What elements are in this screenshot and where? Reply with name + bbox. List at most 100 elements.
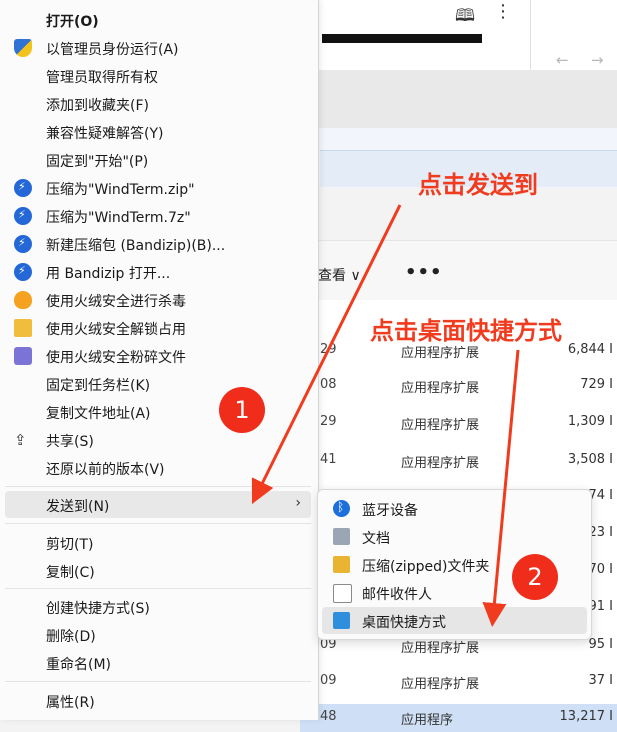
huorong-icon [14,291,32,309]
row-size: 6,844 I [567,342,613,357]
menu-item-label: 兼容性疑难解答(Y) [46,126,164,142]
menu-item-label: 还原以前的版本(V) [46,462,165,478]
menu-item-compress-zip[interactable]: 压缩为"WindTerm.zip" [5,174,311,201]
menu-item-pin-taskbar[interactable]: 固定到任务栏(K) [5,370,311,397]
submenu-item-label: 邮件收件人 [362,587,432,603]
menu-item-open-bandizip[interactable]: 用 Bandizip 打开... [5,258,311,285]
menu-item-label: 重命名(M) [46,657,112,673]
menu-item-label: 创建快捷方式(S) [46,601,150,617]
bandizip-icon [14,235,32,253]
back-arrow-icon[interactable]: ← [556,51,569,69]
shield-icon [14,39,32,57]
submenu-item-label: 蓝牙设备 [362,503,418,519]
more-options-button[interactable]: ••• [405,262,443,283]
submenu-item-documents[interactable]: 文档 [322,523,587,550]
share-icon: ⇪ [14,431,27,449]
bluetooth-icon [333,500,350,517]
row-size: 74 I [588,488,613,503]
book-icon[interactable]: 🕮 [455,3,475,32]
row-type: 应用程序扩展 [401,381,480,396]
row-type: 应用程序扩展 [401,677,480,692]
menu-separator [5,588,311,589]
menu-item-label: 使用火绒安全解锁占用 [46,322,186,338]
row-date: 41 [320,452,337,467]
forward-arrow-icon[interactable]: → [591,51,604,69]
table-row[interactable]: 09 应用程序扩展 37 I [300,668,617,696]
bandizip-icon [14,263,32,281]
menu-item-compress-7z[interactable]: 压缩为"WindTerm.7z" [5,202,311,229]
menu-item-label: 以管理员身份运行(A) [46,42,179,58]
menu-item-label: 打开(O) [46,14,99,30]
menu-item-restore-versions[interactable]: 还原以前的版本(V) [5,454,311,481]
row-size: 13,217 I [559,709,613,724]
table-row[interactable]: 29 应用程序扩展 1,309 I [300,409,617,437]
menu-item-delete[interactable]: 删除(D) [5,621,311,648]
menu-item-label: 用 Bandizip 打开... [46,266,171,282]
menu-item-label: 使用火绒安全粉碎文件 [46,350,186,366]
zip-folder-icon [333,556,350,573]
mail-icon [333,584,352,603]
menu-item-copy-path[interactable]: 复制文件地址(A) [5,398,311,425]
table-row-selected[interactable]: 48 应用程序 13,217 I [300,704,617,732]
step-badge-1: 1 [219,387,265,433]
menu-item-cut[interactable]: 剪切(T) [5,529,311,556]
table-row[interactable]: 08 应用程序扩展 729 I [300,372,617,400]
redacted-bar [322,34,482,43]
menu-item-send-to[interactable]: 发送到(N) › [5,491,311,518]
submenu-item-desktop-shortcut[interactable]: 桌面快捷方式 [322,607,587,634]
menu-item-create-shortcut[interactable]: 创建快捷方式(S) [5,593,311,620]
explorer-tabbar [300,70,617,128]
menu-item-take-ownership[interactable]: 管理员取得所有权 [5,62,311,89]
menu-separator [5,486,311,487]
row-type: 应用程序扩展 [401,456,480,471]
menu-item-label: 压缩为"WindTerm.zip" [46,182,195,198]
table-row[interactable]: 41 应用程序扩展 3,508 I [300,447,617,475]
menu-item-huorong-shred[interactable]: 使用火绒安全粉碎文件 [5,342,311,369]
menu-item-compat-troubleshoot[interactable]: 兼容性疑难解答(Y) [5,118,311,145]
menu-separator [5,523,311,524]
menu-item-label: 发送到(N) [46,499,110,515]
menu-item-label: 固定到任务栏(K) [46,378,151,394]
more-vertical-icon[interactable]: ⋮ [494,1,512,22]
submenu-item-label: 文档 [362,531,390,547]
menu-item-open[interactable]: 打开(O) [5,6,311,33]
menu-item-huorong-unlock[interactable]: 使用火绒安全解锁占用 [5,314,311,341]
menu-item-label: 剪切(T) [46,537,94,553]
menu-item-pin-start[interactable]: 固定到"开始"(P) [5,146,311,173]
row-date: 09 [320,673,337,688]
menu-item-properties[interactable]: 属性(R) [5,687,311,714]
menu-item-copy[interactable]: 复制(C) [5,557,311,584]
submenu-item-bluetooth[interactable]: 蓝牙设备 [322,495,587,522]
context-menu: 打开(O) 以管理员身份运行(A) 管理员取得所有权 添加到收藏夹(F) 兼容性… [0,0,319,720]
row-date: 48 [320,709,337,724]
menu-item-add-favorites[interactable]: 添加到收藏夹(F) [5,90,311,117]
menu-item-label: 复制(C) [46,565,95,581]
desktop-icon [333,612,350,629]
row-date: 08 [320,377,337,392]
annotation-step2-text: 点击桌面快捷方式 [370,317,562,345]
row-size: 1,309 I [567,414,613,429]
menu-item-rename[interactable]: 重命名(M) [5,649,311,676]
menu-item-label: 属性(R) [46,695,95,711]
bandizip-icon [14,179,32,197]
menu-item-new-archive[interactable]: 新建压缩包 (Bandizip)(B)... [5,230,311,257]
menu-item-label: 复制文件地址(A) [46,406,151,422]
view-button[interactable]: 查看 ∨ [318,265,361,285]
row-size: 37 I [588,673,613,688]
row-date: 29 [320,414,337,429]
annotation-step1-text: 点击发送到 [418,171,538,199]
menu-item-share[interactable]: ⇪ 共享(S) [5,426,311,453]
bandizip-icon [14,207,32,225]
menu-item-label: 使用火绒安全进行杀毒 [46,294,186,310]
row-size: 729 I [580,377,613,392]
menu-item-label: 共享(S) [46,434,94,450]
row-type: 应用程序 [401,713,454,728]
menu-separator [5,681,311,682]
row-date: 29 [320,342,337,357]
step-badge-2: 2 [512,554,558,600]
menu-item-run-as-admin[interactable]: 以管理员身份运行(A) [5,34,311,61]
menu-item-huorong-scan[interactable]: 使用火绒安全进行杀毒 [5,286,311,313]
menu-item-label: 删除(D) [46,629,96,645]
document-icon [333,528,350,545]
row-type: 应用程序扩展 [401,418,480,433]
